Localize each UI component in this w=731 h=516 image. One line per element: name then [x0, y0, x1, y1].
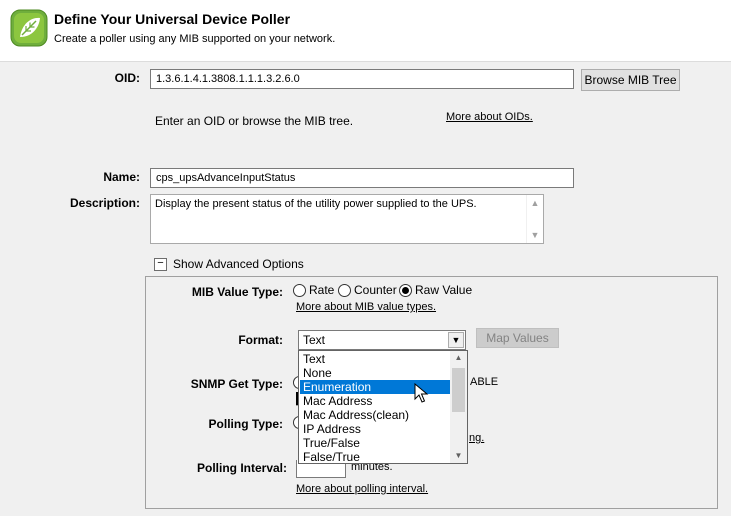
oid-input[interactable]: 1.3.6.1.4.1.3808.1.1.1.3.2.6.0	[150, 69, 574, 89]
rate-radio-label[interactable]: Rate	[309, 283, 334, 297]
dropdown-option[interactable]: Text	[300, 352, 451, 366]
format-select[interactable]: Text ▼	[298, 330, 466, 350]
polling-type-partial-link[interactable]: ng.	[469, 432, 484, 444]
raw-value-radio-label[interactable]: Raw Value	[415, 283, 472, 297]
dropdown-option[interactable]: IP Address	[300, 422, 451, 436]
description-scrollbar[interactable]: ▲ ▼	[526, 195, 543, 243]
wizard-header: Define Your Universal Device Poller Crea…	[0, 0, 731, 62]
rate-radio[interactable]	[293, 284, 306, 297]
page-subtitle: Create a poller using any MIB supported …	[54, 33, 336, 45]
format-select-value: Text	[303, 333, 326, 347]
format-label: Format:	[238, 333, 283, 347]
map-values-button[interactable]: Map Values	[476, 328, 559, 348]
description-label: Description:	[69, 196, 140, 210]
dropdown-option[interactable]: False/True	[300, 450, 451, 463]
dropdown-option[interactable]: None	[300, 366, 451, 380]
oid-hint-text: Enter an OID or browse the MIB tree.	[155, 114, 354, 128]
polling-type-label: Polling Type:	[208, 417, 283, 431]
solarwinds-leaf-logo-icon	[10, 9, 48, 47]
scroll-down-icon[interactable]: ▼	[527, 227, 543, 243]
dropdown-scrollbar[interactable]: ▲ ▼	[450, 351, 467, 463]
raw-value-radio[interactable]	[399, 284, 412, 297]
mib-value-type-label: MIB Value Type:	[191, 285, 283, 299]
mouse-pointer-icon	[414, 383, 429, 403]
dropdown-option[interactable]: True/False	[300, 436, 451, 450]
name-input[interactable]: cps_upsAdvanceInputStatus	[150, 168, 574, 188]
chevron-down-icon[interactable]: ▼	[450, 449, 467, 463]
description-text: Display the present status of the utilit…	[155, 198, 477, 210]
scrollbar-thumb[interactable]	[452, 368, 465, 412]
dropdown-option[interactable]: Mac Address(clean)	[300, 408, 451, 422]
oid-label: OID:	[114, 71, 140, 85]
browse-mib-tree-button[interactable]: Browse MIB Tree	[581, 69, 680, 91]
chevron-up-icon[interactable]: ▲	[450, 351, 467, 365]
name-label: Name:	[103, 170, 140, 184]
description-textarea[interactable]: Display the present status of the utilit…	[150, 194, 544, 244]
more-about-polling-interval-link[interactable]: More about polling interval.	[296, 483, 428, 495]
snmp-get-type-label: SNMP Get Type:	[190, 377, 283, 391]
format-dropdown-list[interactable]: Text None Enumeration Mac Address Mac Ad…	[298, 350, 468, 464]
scroll-up-icon[interactable]: ▲	[527, 195, 543, 211]
collapse-advanced-toggle[interactable]: −	[154, 258, 167, 271]
counter-radio-label[interactable]: Counter	[354, 283, 397, 297]
page-title: Define Your Universal Device Poller	[54, 11, 291, 27]
polling-interval-label: Polling Interval:	[196, 461, 287, 475]
more-about-mib-value-types-link[interactable]: More about MIB value types.	[296, 301, 436, 313]
snmp-get-type-partial-text: ABLE	[470, 376, 499, 388]
chevron-down-icon[interactable]: ▼	[448, 332, 464, 348]
more-about-oids-link[interactable]: More about OIDs.	[446, 111, 533, 123]
counter-radio[interactable]	[338, 284, 351, 297]
show-advanced-options-label[interactable]: Show Advanced Options	[173, 257, 304, 271]
